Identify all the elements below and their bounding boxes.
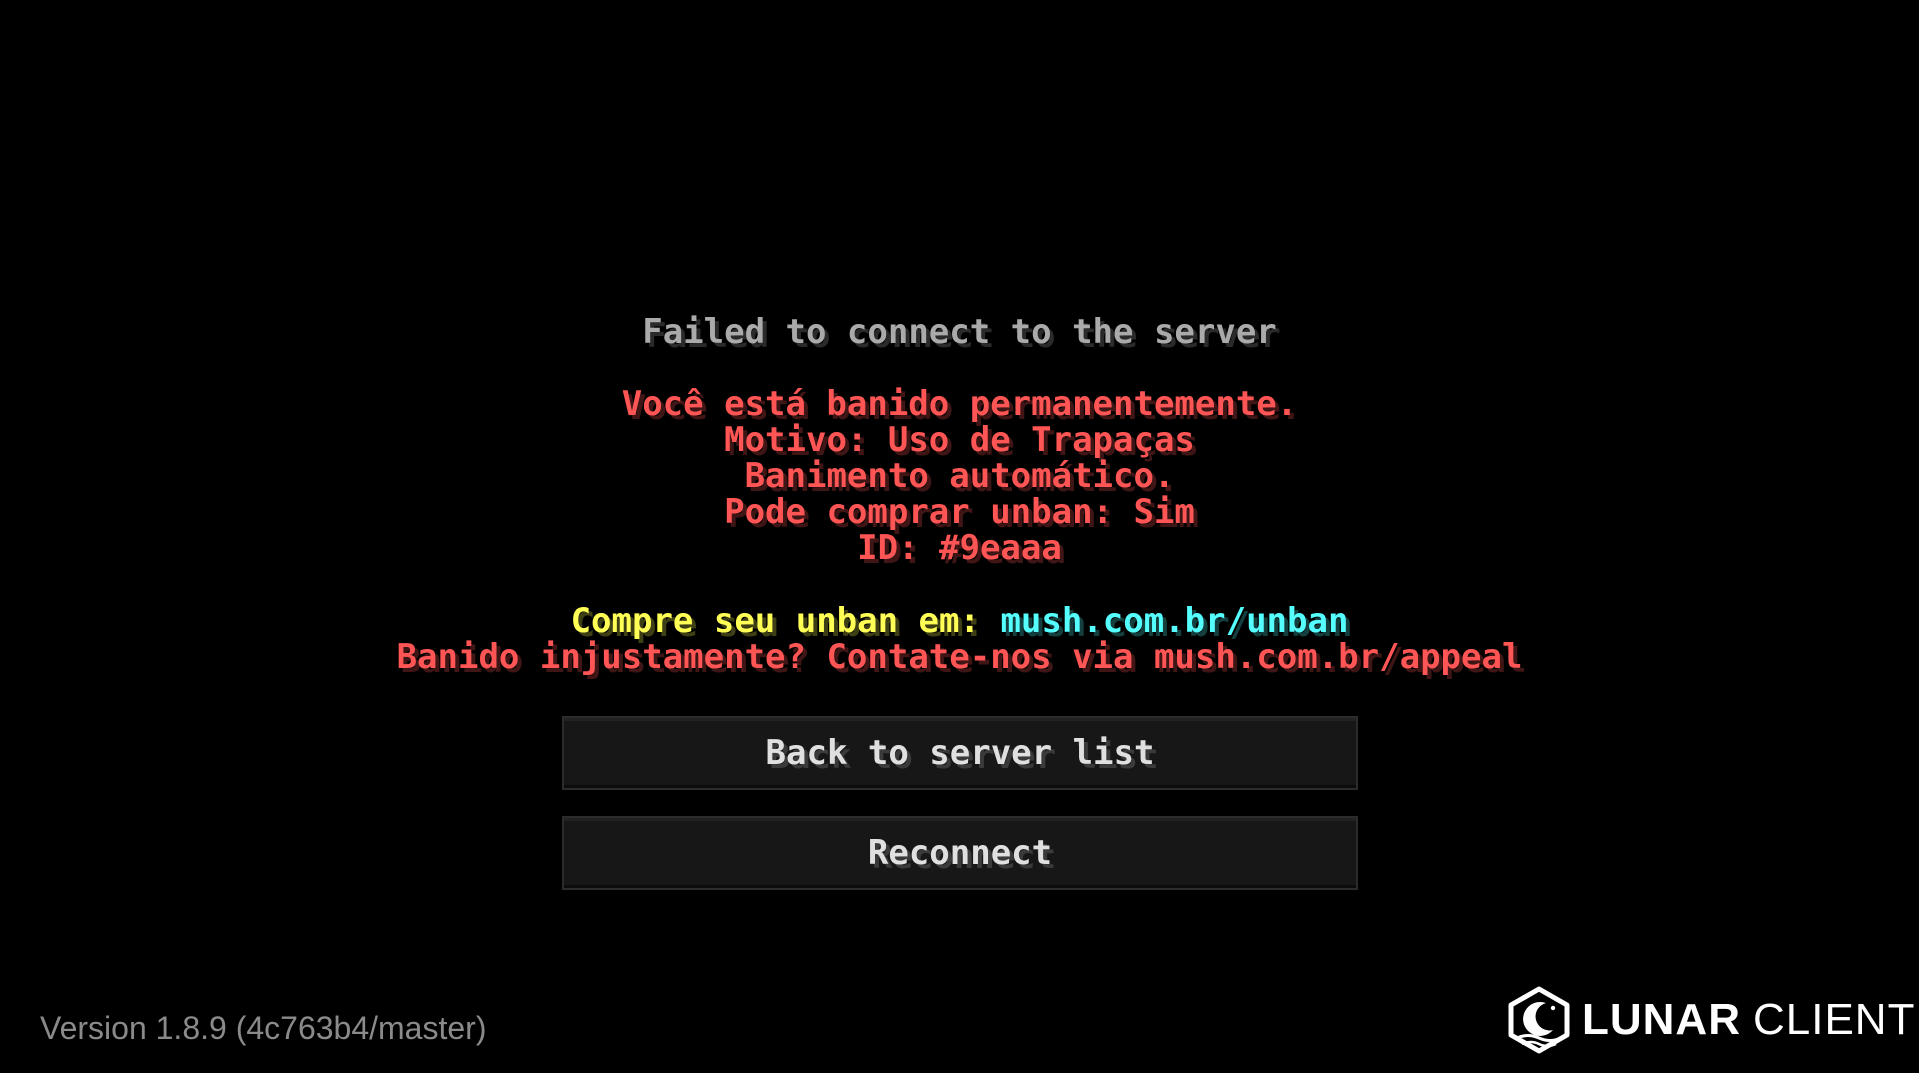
lunar-client-logo-icon <box>1508 986 1570 1054</box>
buy-unban-line: Compre seu unban em: mush.com.br/unban <box>0 603 1919 639</box>
version-label: Version 1.8.9 (4c763b4/master) <box>40 1010 487 1046</box>
lunar-client-brand: LUNAR CLIENT <box>1506 984 1914 1056</box>
ban-reason-line: Pode comprar unban: Sim <box>724 492 1195 532</box>
buy-unban-prefix: Compre seu unban em: <box>570 601 1001 641</box>
ban-id-line: ID: #9eaaa <box>857 528 1062 568</box>
brand-primary-text: LUNAR <box>1582 995 1741 1044</box>
ban-reason-line: Banimento automático. <box>744 456 1175 496</box>
lunar-client-wordmark: LUNAR CLIENT <box>1582 996 1915 1044</box>
reconnect-button[interactable]: Reconnect <box>562 816 1358 890</box>
back-to-server-list-label: Back to server list <box>765 733 1155 773</box>
appeal-line: Banido injustamente? Contate-nos via mus… <box>396 637 1523 677</box>
ban-reason-line: Você está banido permanentemente. <box>621 384 1298 424</box>
brand-secondary-text: CLIENT <box>1752 995 1916 1044</box>
reconnect-label: Reconnect <box>867 833 1053 873</box>
disconnect-title: Failed to connect to the server <box>642 312 1277 352</box>
buy-unban-link: mush.com.br/unban <box>1000 601 1349 641</box>
back-to-server-list-button[interactable]: Back to server list <box>562 716 1358 790</box>
ban-reason-line: Motivo: Uso de Trapaças <box>724 420 1195 460</box>
disconnect-screen: Failed to connect to the server Você est… <box>0 0 1919 1073</box>
